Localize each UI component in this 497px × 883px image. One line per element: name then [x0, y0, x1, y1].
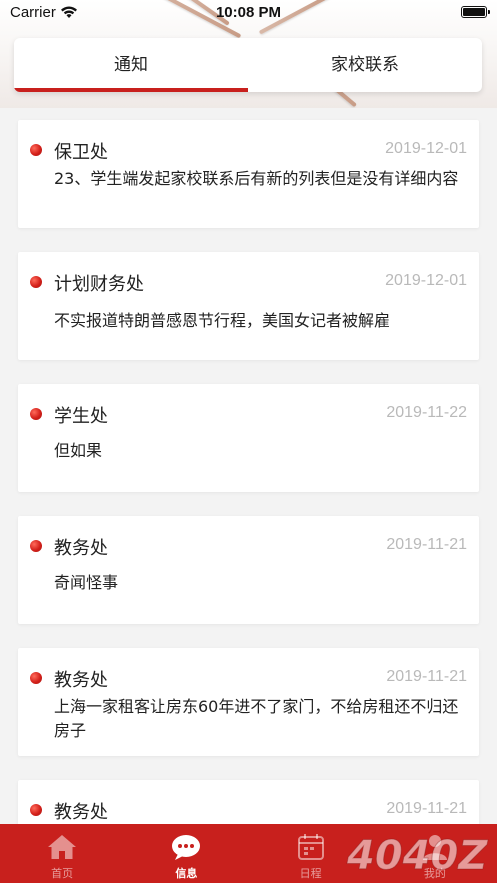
notice-date: 2019-12-01: [385, 272, 467, 289]
tabbar-label: 我的: [423, 867, 446, 880]
tab-home-school-contact[interactable]: 家校联系: [248, 38, 482, 92]
red-dot-icon: [30, 672, 42, 684]
notice-content: 23、学生端发起家校联系后有新的列表但是没有详细内容: [54, 169, 459, 188]
notice-content: 不实报道特朗普感恩节行程，美国女记者被解雇: [54, 311, 391, 330]
notice-date: 2019-11-21: [386, 800, 467, 817]
status-bar: Carrier 10:08 PM: [0, 0, 497, 28]
red-dot-icon: [30, 408, 42, 420]
tabbar-label: 信息: [175, 867, 198, 880]
notice-date: 2019-12-01: [385, 140, 467, 157]
notice-card[interactable]: 教务处 2019-11-21 奇闻怪事: [18, 516, 479, 624]
notice-list[interactable]: 保卫处 2019-12-01 23、学生端发起家校联系后有新的列表但是没有详细内…: [0, 108, 497, 824]
notice-department: 计划财务处: [54, 274, 144, 295]
chat-bubble-icon: [172, 835, 201, 860]
segment-tabs: 通知 家校联系: [14, 38, 482, 92]
notice-department: 教务处: [54, 802, 108, 823]
notice-content: 但如果: [54, 441, 103, 460]
notice-date: 2019-11-21: [386, 536, 467, 553]
notice-department: 教务处: [54, 670, 108, 691]
calendar-icon: [297, 834, 324, 860]
red-dot-icon: [30, 144, 42, 156]
notice-card[interactable]: 教务处 2019-11-21: [18, 780, 479, 824]
notice-date: 2019-11-21: [386, 668, 467, 685]
notice-content: 奇闻怪事: [54, 573, 119, 592]
red-dot-icon: [30, 276, 42, 288]
tabbar-item-schedule[interactable]: 日程: [249, 824, 373, 883]
home-icon: [48, 835, 77, 859]
notice-card[interactable]: 教务处 2019-11-21 上海一家租客让房东60年进不了家门，不给房租还不归…: [18, 648, 479, 756]
notice-department: 学生处: [54, 406, 108, 427]
notice-department: 教务处: [54, 538, 108, 559]
tab-notice[interactable]: 通知: [14, 38, 248, 92]
clock: 10:08 PM: [215, 4, 282, 21]
red-dot-icon: [30, 540, 42, 552]
notice-card[interactable]: 保卫处 2019-12-01 23、学生端发起家校联系后有新的列表但是没有详细内…: [18, 120, 479, 228]
notice-department: 保卫处: [54, 142, 108, 163]
notice-date: 2019-11-22: [386, 404, 467, 421]
user-icon: [422, 835, 447, 860]
tabbar-label: 日程: [299, 867, 322, 880]
tabbar-label: 首页: [51, 867, 74, 880]
tabbar-item-profile[interactable]: 我的: [373, 824, 497, 883]
battery-icon: [461, 6, 490, 18]
tabbar-item-home[interactable]: 首页: [0, 824, 124, 883]
notice-card[interactable]: 学生处 2019-11-22 但如果: [18, 384, 479, 492]
tabbar-item-messages[interactable]: 信息: [124, 824, 248, 883]
bottom-tab-bar: 首页 信息 日程 我的: [0, 824, 497, 883]
notice-card[interactable]: 计划财务处 2019-12-01 不实报道特朗普感恩节行程，美国女记者被解雇: [18, 252, 479, 360]
notice-content: 上海一家租客让房东60年进不了家门，不给房租还不归还房子: [54, 697, 459, 740]
red-dot-icon: [30, 804, 42, 816]
